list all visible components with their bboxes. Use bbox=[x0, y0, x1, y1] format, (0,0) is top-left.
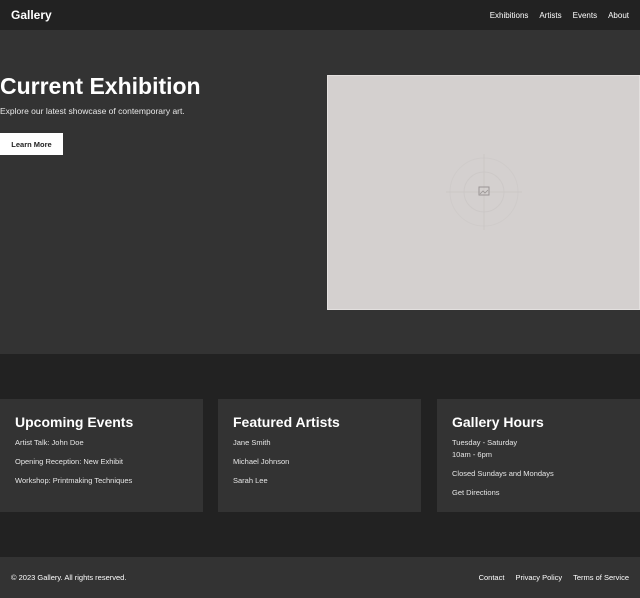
main-nav: Exhibitions Artists Events About bbox=[490, 11, 629, 20]
card-title: Featured Artists bbox=[233, 414, 340, 430]
hours-days: Tuesday - Saturday bbox=[452, 438, 518, 447]
event-item[interactable]: Workshop: Printmaking Techniques bbox=[15, 476, 188, 485]
hero-section: Current Exhibition Explore our latest sh… bbox=[0, 30, 640, 354]
card-featured-artists: Featured Artists Jane Smith Michael John… bbox=[218, 399, 421, 512]
artist-item[interactable]: Sarah Lee bbox=[233, 476, 406, 485]
event-item[interactable]: Opening Reception: New Exhibit bbox=[15, 457, 188, 466]
hours-time: 10am - 6pm bbox=[452, 450, 493, 459]
brand-logo[interactable]: Gallery bbox=[11, 8, 52, 22]
nav-events[interactable]: Events bbox=[573, 11, 597, 20]
hero-image bbox=[327, 75, 640, 310]
card-upcoming-events: Upcoming Events Artist Talk: John Doe Op… bbox=[0, 399, 203, 512]
get-directions-link[interactable]: Get Directions bbox=[452, 488, 625, 497]
card-gallery-hours: Gallery Hours Tuesday - Saturday 10am - … bbox=[437, 399, 640, 512]
footer-link-contact[interactable]: Contact bbox=[479, 573, 505, 582]
hero-subtitle: Explore our latest showcase of contempor… bbox=[0, 106, 185, 116]
nav-exhibitions[interactable]: Exhibitions bbox=[490, 11, 529, 20]
copyright-text: © 2023 Gallery. All rights reserved. bbox=[11, 573, 127, 582]
footer-link-privacy[interactable]: Privacy Policy bbox=[515, 573, 562, 582]
card-title: Gallery Hours bbox=[452, 414, 544, 430]
footer: © 2023 Gallery. All rights reserved. Con… bbox=[0, 557, 640, 598]
event-item[interactable]: Artist Talk: John Doe bbox=[15, 438, 188, 447]
learn-more-button[interactable]: Learn More bbox=[0, 133, 63, 155]
top-navbar: Gallery Exhibitions Artists Events About bbox=[0, 0, 640, 30]
hours-closed: Closed Sundays and Mondays bbox=[452, 469, 554, 478]
artist-item[interactable]: Jane Smith bbox=[233, 438, 406, 447]
footer-links: Contact Privacy Policy Terms of Service bbox=[479, 573, 629, 582]
nav-about[interactable]: About bbox=[608, 11, 629, 20]
hero-title: Current Exhibition bbox=[0, 73, 201, 99]
card-title: Upcoming Events bbox=[15, 414, 134, 430]
footer-link-terms[interactable]: Terms of Service bbox=[573, 573, 629, 582]
info-cards: Upcoming Events Artist Talk: John Doe Op… bbox=[0, 399, 640, 512]
artist-item[interactable]: Michael Johnson bbox=[233, 457, 406, 466]
image-placeholder-icon bbox=[446, 154, 522, 230]
nav-artists[interactable]: Artists bbox=[539, 11, 561, 20]
